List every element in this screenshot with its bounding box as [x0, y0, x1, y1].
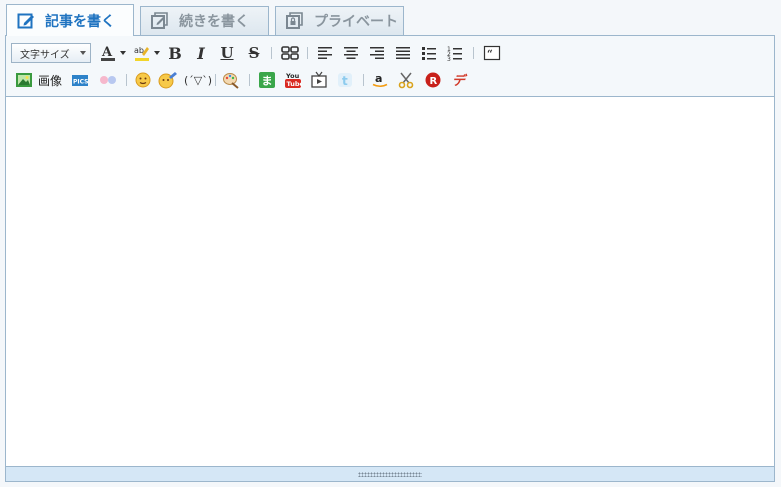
- image-insert-icon[interactable]: [14, 70, 34, 90]
- editor-tabs: 記事を書く 続きを書く プライベート: [0, 0, 781, 36]
- deco-text-icon[interactable]: デ: [449, 70, 469, 90]
- toolbar-separator: [215, 74, 216, 86]
- video-embed-icon[interactable]: [309, 70, 329, 90]
- toolbar-row-formatting: 文字サイズ A ab B I U S 1 2 3 “: [6, 41, 774, 65]
- underline-button[interactable]: U: [217, 43, 237, 63]
- svg-text:R: R: [430, 76, 438, 87]
- kaomoji-button[interactable]: (´▽`): [183, 70, 213, 90]
- link-icon[interactable]: [280, 43, 300, 63]
- svg-text:t: t: [342, 74, 348, 88]
- paint-brush-icon[interactable]: [221, 70, 241, 90]
- edit-continue-icon: [151, 12, 169, 30]
- edit-icon: [17, 12, 35, 30]
- emoji-face-icon[interactable]: [133, 70, 153, 90]
- bullet-list-icon[interactable]: [419, 43, 439, 63]
- svg-text:You: You: [285, 72, 300, 80]
- toolbar-row-insert: 画像 PICS (´▽`) ま You Tube t a R デ: [6, 68, 774, 92]
- bold-button[interactable]: B: [165, 43, 185, 63]
- align-justify-icon[interactable]: [393, 43, 413, 63]
- highlight-color-caret-icon[interactable]: [154, 51, 160, 55]
- toolbar-separator: [363, 74, 364, 86]
- highlight-color-icon[interactable]: ab: [132, 43, 152, 63]
- youtube-icon[interactable]: You Tube: [283, 70, 303, 90]
- italic-button[interactable]: I: [191, 43, 211, 63]
- svg-text:A: A: [101, 45, 113, 60]
- flickr-icon[interactable]: [96, 70, 120, 90]
- tab-write-label: 記事を書く: [45, 13, 115, 30]
- emoji-picker-icon[interactable]: [158, 70, 178, 90]
- private-icon: [286, 12, 304, 30]
- tab-write-article[interactable]: 記事を書く: [6, 4, 134, 36]
- toolbar-separator: [249, 74, 250, 86]
- tab-private[interactable]: プライベート: [275, 6, 404, 35]
- scissors-icon[interactable]: [396, 70, 416, 90]
- svg-text:Tube: Tube: [287, 80, 303, 88]
- editor: 文字サイズ A ab B I U S 1 2 3 “ 画像 PICS (´▽`)…: [5, 35, 775, 482]
- resize-handle[interactable]: [6, 466, 774, 481]
- amazon-icon[interactable]: a: [370, 70, 390, 90]
- strikethrough-button[interactable]: S: [244, 43, 264, 63]
- svg-text:PICS: PICS: [73, 79, 88, 86]
- toolbar-separator: [271, 47, 272, 59]
- font-size-select[interactable]: 文字サイズ: [11, 43, 91, 63]
- toolbar-separator: [473, 47, 474, 59]
- numbered-list-icon[interactable]: 123: [445, 43, 465, 63]
- text-color-icon[interactable]: A: [98, 43, 118, 63]
- tab-continue-label: 続きを書く: [179, 14, 249, 30]
- toolbar-separator: [307, 47, 308, 59]
- svg-text:“: “: [487, 49, 493, 60]
- text-color-caret-icon[interactable]: [120, 51, 126, 55]
- align-left-icon[interactable]: [315, 43, 335, 63]
- align-center-icon[interactable]: [341, 43, 361, 63]
- matome-icon[interactable]: ま: [257, 70, 277, 90]
- photo-service-icon[interactable]: PICS: [70, 70, 90, 90]
- toolbar-separator: [126, 74, 127, 86]
- svg-text:3: 3: [447, 56, 451, 62]
- chevron-down-icon: [80, 51, 86, 55]
- editor-content-area[interactable]: [6, 98, 774, 466]
- resize-grip-icon: [358, 471, 422, 477]
- align-right-icon[interactable]: [367, 43, 387, 63]
- font-size-select-label: 文字サイズ: [20, 49, 70, 61]
- svg-text:ま: ま: [262, 75, 273, 88]
- editor-toolbar: 文字サイズ A ab B I U S 1 2 3 “ 画像 PICS (´▽`)…: [6, 36, 774, 97]
- image-button[interactable]: 画像: [36, 70, 64, 90]
- twitter-icon[interactable]: t: [335, 70, 355, 90]
- blockquote-icon[interactable]: “: [482, 43, 502, 63]
- tab-write-continuation[interactable]: 続きを書く: [140, 6, 269, 35]
- svg-text:デ: デ: [452, 73, 468, 89]
- svg-text:a: a: [375, 72, 382, 85]
- tab-private-label: プライベート: [314, 14, 398, 30]
- rakuten-icon[interactable]: R: [423, 70, 443, 90]
